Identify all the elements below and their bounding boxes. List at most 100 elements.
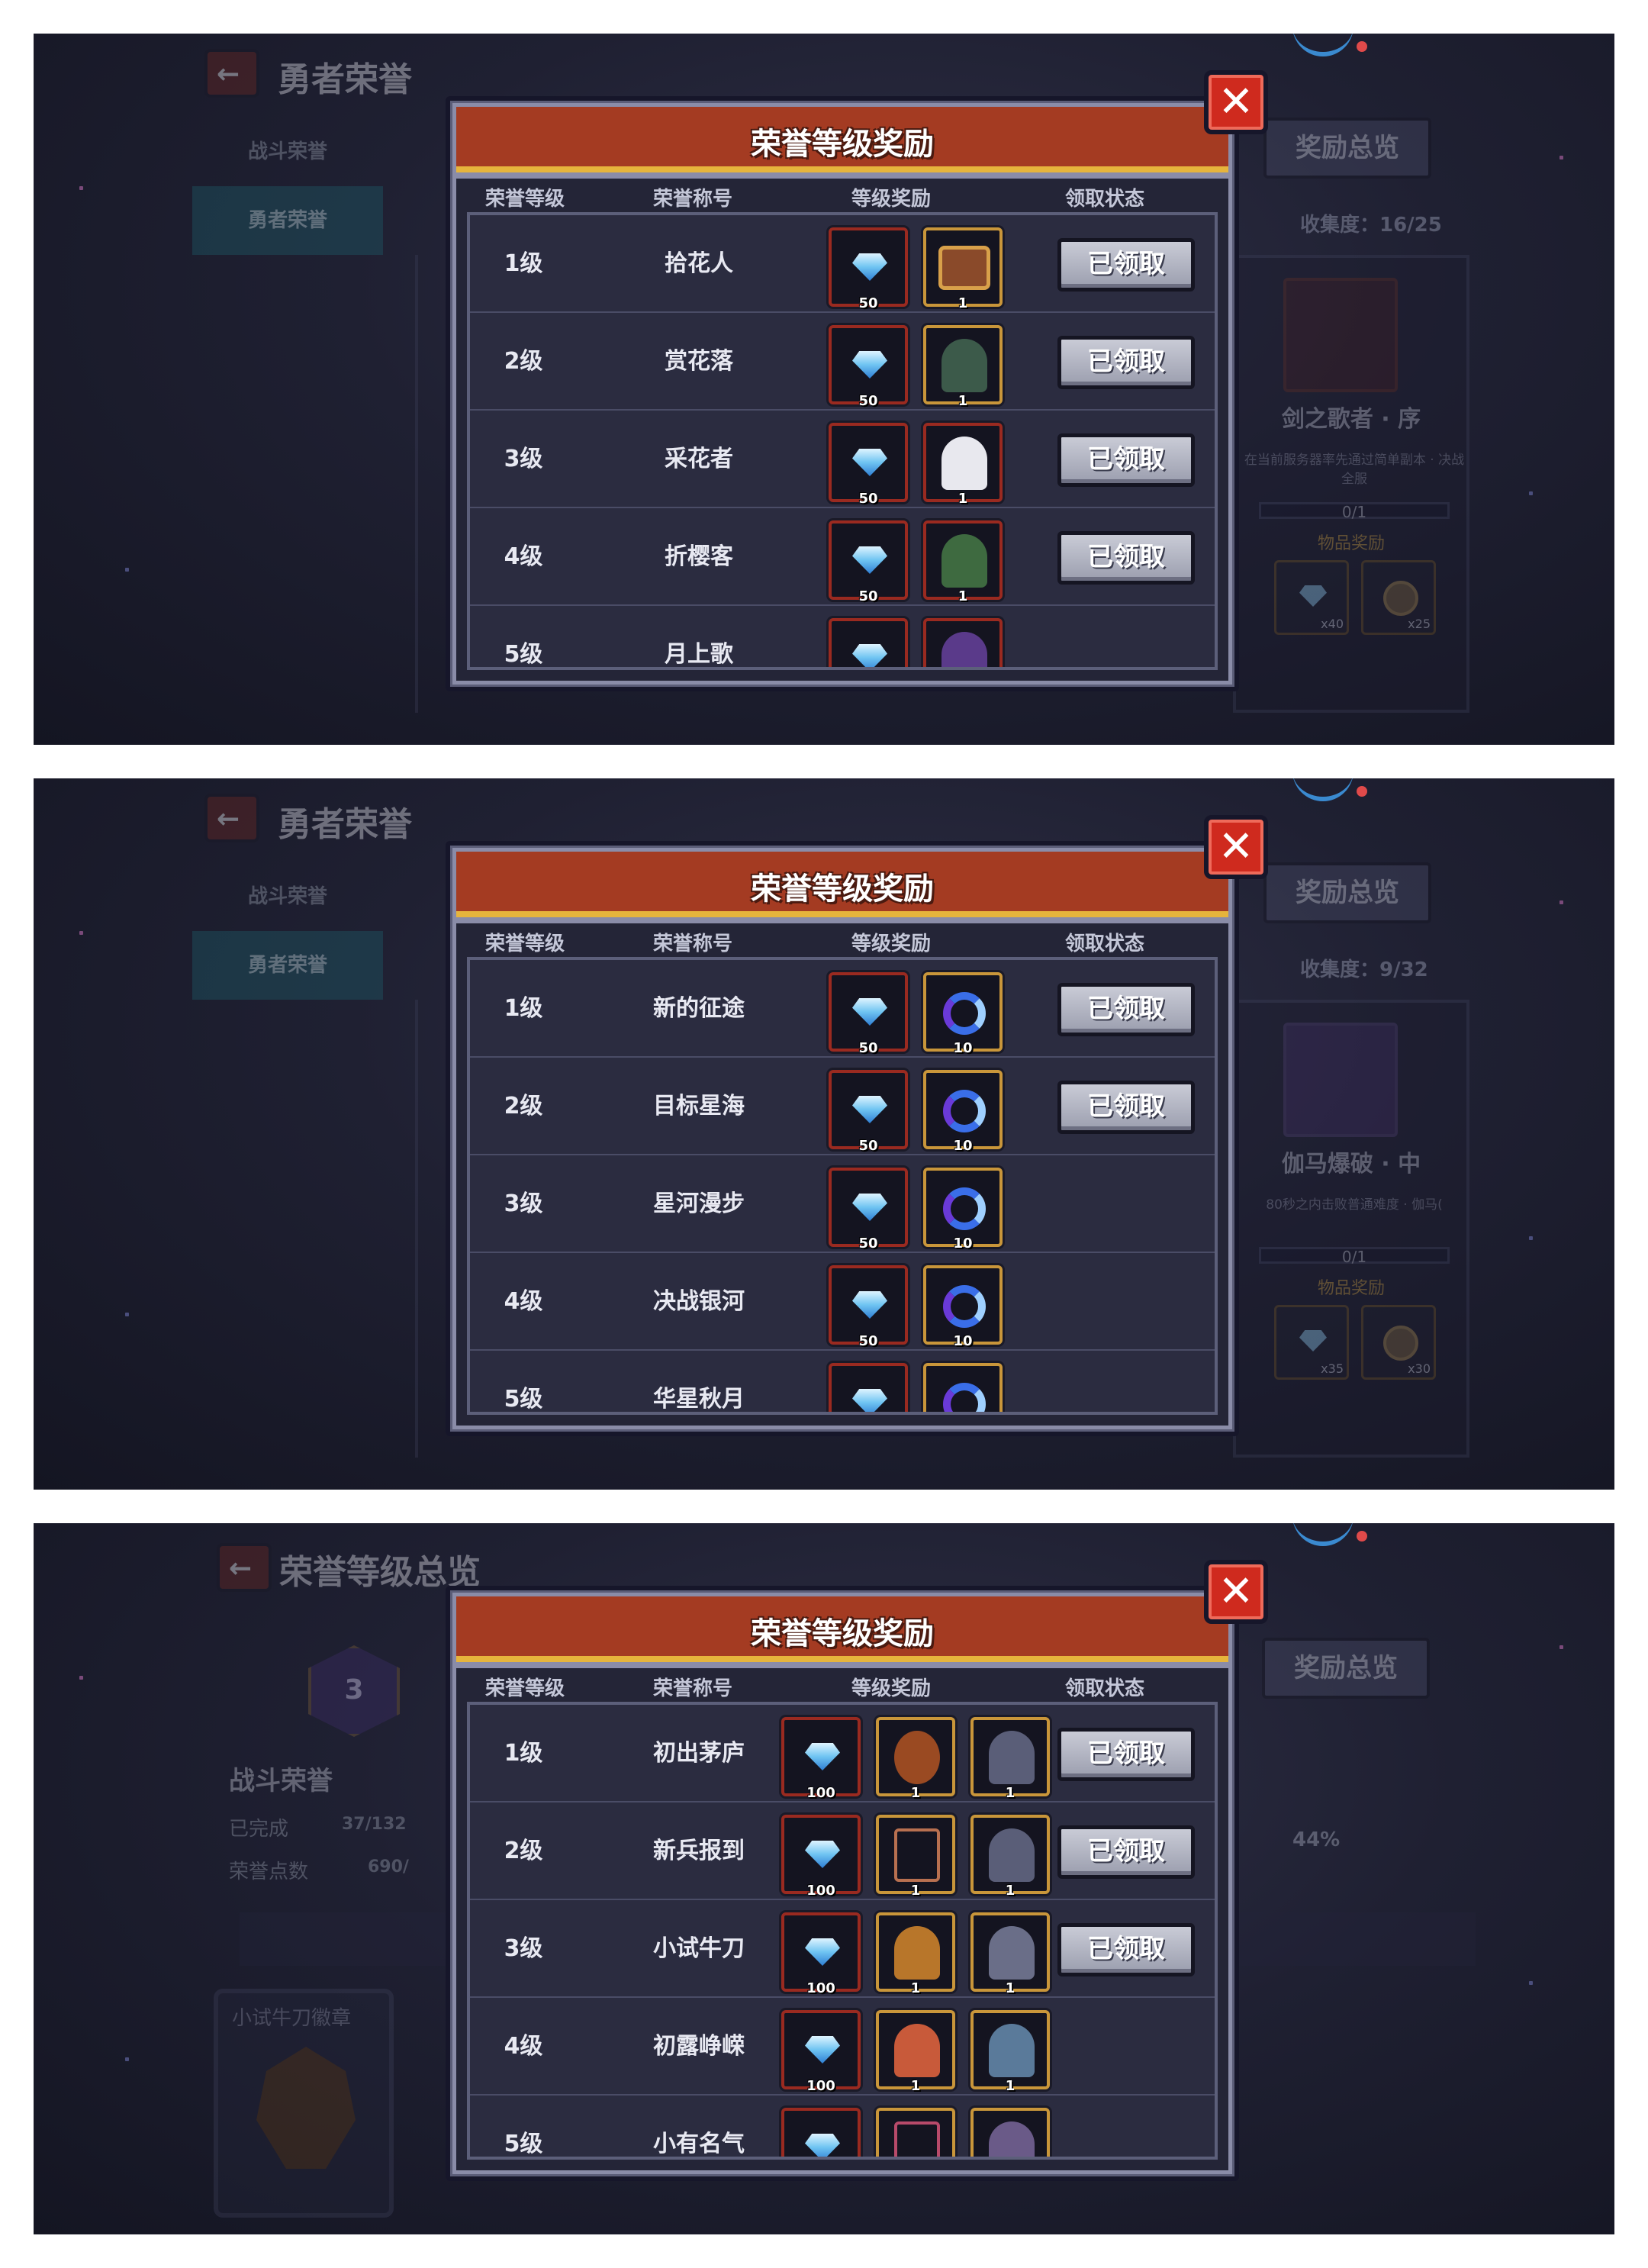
- tab-battle-honor[interactable]: 战斗荣誉: [192, 862, 383, 931]
- tab-battle-honor[interactable]: 战斗荣誉: [192, 118, 383, 186]
- reward-slot[interactable]: 1: [876, 1815, 955, 1899]
- reward-qty: 50: [858, 1040, 878, 1056]
- list-item: 4级 初露峥嵘 100 1 1: [470, 1998, 1215, 2096]
- title-text: 采花者: [665, 446, 733, 472]
- reward-slot[interactable]: [923, 1363, 1003, 1412]
- list-item: 5级 华星秋月: [470, 1351, 1215, 1413]
- reward-slot[interactable]: 100: [781, 1815, 861, 1899]
- reward-slot[interactable]: 1: [970, 2010, 1050, 2094]
- star: [1529, 1236, 1533, 1240]
- reward-slot[interactable]: 1: [876, 1912, 955, 1996]
- reward-slot[interactable]: 50: [829, 1168, 908, 1252]
- gem-icon: [805, 2036, 840, 2063]
- reward-slot[interactable]: 1: [923, 423, 1003, 507]
- reward-overview-button[interactable]: 奖励总览: [1263, 118, 1431, 179]
- star: [1529, 491, 1533, 495]
- tab-hero-honor[interactable]: 勇者荣誉: [192, 931, 383, 1000]
- reward-slot[interactable]: [970, 2108, 1050, 2157]
- reward-slot[interactable]: 1: [970, 1815, 1050, 1899]
- reward-list[interactable]: 1级 拾花人 50 1 已领取 2级 赏花落 50 1 已领取 3级 采花者 5…: [467, 212, 1218, 670]
- reward-slot[interactable]: 50: [829, 520, 908, 604]
- close-button[interactable]: ✕: [1204, 815, 1268, 879]
- list-item: 3级 采花者 50 1 已领取: [470, 411, 1215, 508]
- tab-hero-honor[interactable]: 勇者荣誉: [192, 186, 383, 255]
- title-text: 新的征途: [653, 995, 745, 1022]
- close-icon: ✕: [1218, 822, 1254, 871]
- level-text: 5级: [504, 1386, 543, 1413]
- reward-slot[interactable]: 10: [923, 1265, 1003, 1349]
- reward-slot[interactable]: 50: [829, 227, 908, 311]
- list-item: 1级 初出茅庐 100 1 1 已领取: [470, 1705, 1215, 1802]
- title-text: 星河漫步: [653, 1190, 745, 1217]
- reward-slot[interactable]: [923, 618, 1003, 667]
- reward-slot[interactable]: [781, 2108, 861, 2157]
- list-item: 2级 目标星海 50 10 已领取: [470, 1058, 1215, 1155]
- close-button[interactable]: ✕: [1204, 1560, 1268, 1624]
- reward-count: x35: [1321, 1361, 1344, 1376]
- reward-slot[interactable]: 1: [970, 1912, 1050, 1996]
- title-text: 小试牛刀: [653, 1935, 745, 1962]
- reward-label: 物品奖励: [1317, 534, 1385, 553]
- title-text: 赏花落: [665, 348, 733, 375]
- reward-slot[interactable]: 10: [923, 972, 1003, 1056]
- level-text: 5级: [504, 641, 543, 668]
- title-text: 小有名气: [653, 2131, 745, 2157]
- reward-slot[interactable]: 10: [923, 1070, 1003, 1154]
- claimed-button[interactable]: 已领取: [1057, 983, 1195, 1036]
- achievement-card[interactable]: 伽马爆破 · 中 80秒之内击败普通难度 · 伽马( 0/1 物品奖励 x35 …: [1233, 1000, 1469, 1458]
- claimed-button[interactable]: 已领取: [1057, 531, 1195, 585]
- reward-slot[interactable]: 50: [829, 1265, 908, 1349]
- reward-slot[interactable]: 50: [829, 1070, 908, 1154]
- reward-qty: 1: [958, 393, 968, 409]
- close-button[interactable]: ✕: [1204, 70, 1268, 134]
- reward-overview-button[interactable]: 奖励总览: [1263, 862, 1431, 923]
- reward-slot[interactable]: 50: [829, 423, 908, 507]
- claimed-button[interactable]: 已领取: [1057, 336, 1195, 389]
- reward-slot[interactable]: [829, 1363, 908, 1412]
- reward-slot[interactable]: 50: [829, 972, 908, 1056]
- claimed-button[interactable]: 已领取: [1057, 433, 1195, 487]
- reward-slot[interactable]: [829, 618, 908, 667]
- reward-qty: 10: [953, 1040, 973, 1056]
- badge-card[interactable]: 小试牛刀徽章: [214, 1989, 394, 2218]
- spider-icon: [989, 1731, 1035, 1784]
- achievement-card[interactable]: 剑之歌者 · 序 在当前服务器率先通过简单副本 · 决战全服 0/1 物品奖励 …: [1233, 255, 1469, 713]
- reward-slot[interactable]: 1: [923, 325, 1003, 409]
- reward-slot[interactable]: 50: [829, 325, 908, 409]
- claimed-button[interactable]: 已领取: [1057, 1728, 1195, 1781]
- hud-ring-icon: [1292, 778, 1353, 801]
- reward-slot[interactable]: 1: [923, 520, 1003, 604]
- reward-qty: 10: [953, 1235, 973, 1252]
- reward-slot[interactable]: 1: [970, 1717, 1050, 1801]
- reward-slot[interactable]: 100: [781, 2010, 861, 2094]
- reward-list[interactable]: 1级 初出茅庐 100 1 1 已领取 2级 新兵报到 100 1 1 已领取 …: [467, 1702, 1218, 2160]
- reward-qty: 50: [858, 295, 878, 311]
- claimed-button[interactable]: 已领取: [1057, 1825, 1195, 1879]
- back-button[interactable]: ←: [204, 49, 259, 98]
- reward-label: 物品奖励: [1317, 1279, 1385, 1298]
- claimed-button[interactable]: 已领取: [1057, 1923, 1195, 1976]
- reward-qty: 1: [1005, 1785, 1016, 1801]
- achievement-icon: [1283, 1023, 1398, 1137]
- gem-icon: [805, 2134, 840, 2157]
- reward-list[interactable]: 1级 新的征途 50 10 已领取 2级 目标星海 50 10 已领取 3级 星…: [467, 957, 1218, 1415]
- back-button[interactable]: ←: [204, 794, 259, 842]
- back-button[interactable]: ←: [217, 1543, 272, 1592]
- reward-slot[interactable]: 1: [923, 227, 1003, 311]
- spider-icon: [989, 1926, 1035, 1980]
- column-headers: 荣誉等级 荣誉称号 等级奖励 领取状态: [456, 1668, 1228, 1702]
- back-arrow-icon: ←: [229, 1553, 253, 1584]
- reward-slot[interactable]: 1: [876, 2010, 955, 2094]
- reward-slot[interactable]: 1: [876, 1717, 955, 1801]
- reward-slot[interactable]: [876, 2108, 955, 2157]
- achievement-progress: 0/1: [1259, 1247, 1450, 1266]
- reward-slot[interactable]: 100: [781, 1912, 861, 1996]
- reward-slot[interactable]: 100: [781, 1717, 861, 1801]
- reward-slot[interactable]: 10: [923, 1168, 1003, 1252]
- claimed-button[interactable]: 已领取: [1057, 1081, 1195, 1134]
- claimed-button[interactable]: 已领取: [1057, 238, 1195, 292]
- col-status: 领取状态: [1064, 1677, 1144, 1700]
- reward-qty: 1: [958, 588, 968, 604]
- page-title: 勇者荣誉: [278, 61, 412, 98]
- reward-overview-button[interactable]: 奖励总览: [1262, 1638, 1430, 1699]
